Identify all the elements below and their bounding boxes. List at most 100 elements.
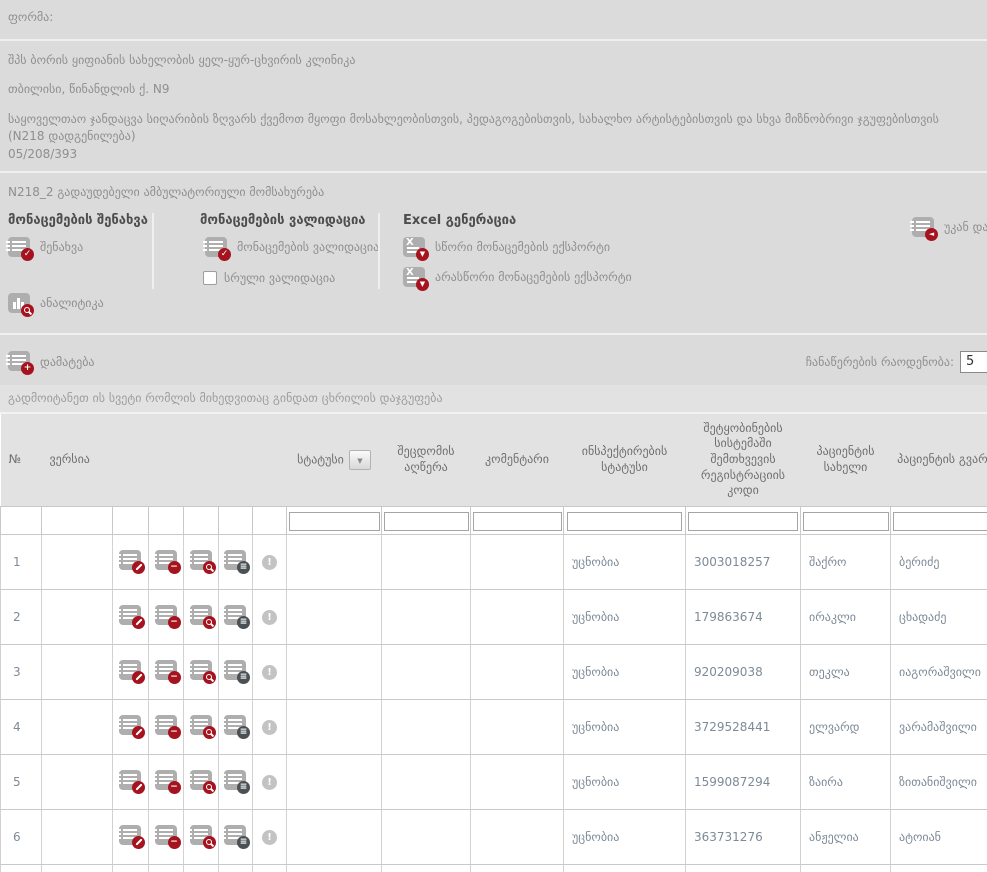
row-details-button[interactable]: ≡ — [224, 660, 247, 684]
row-details-button[interactable]: ≡ — [224, 550, 247, 574]
document-icon: − — [155, 550, 178, 571]
document-icon — [119, 825, 142, 846]
save-button[interactable]: ✓ შენახვა — [8, 237, 83, 258]
row-details-button[interactable]: ≡ — [224, 605, 247, 629]
inspection-status-cell: უცნობია — [564, 754, 686, 809]
filter-comment-input[interactable] — [473, 512, 562, 531]
add-button[interactable]: + დამატება — [8, 351, 95, 372]
filter-row — [1, 506, 987, 534]
col-header-inspection-status[interactable]: ინსპექტირების სტატუსი — [564, 414, 686, 507]
grouping-hint-bar[interactable]: გადმოიტანეთ ის სვეტი რომლის მიხედვითაც გ… — [0, 385, 987, 414]
divider — [0, 171, 987, 173]
delete-row-button[interactable]: − — [155, 605, 178, 629]
status-cell — [287, 809, 382, 864]
delete-row-button[interactable]: − — [155, 770, 178, 794]
filter-first-name-input[interactable] — [803, 512, 889, 531]
status-filter-dropdown[interactable]: ▼ — [349, 450, 371, 470]
document-icon — [190, 550, 213, 571]
delete-row-button[interactable]: − — [155, 825, 178, 849]
row-info-button[interactable]: ! — [262, 664, 277, 680]
inspection-status-cell: უცნობია — [564, 534, 686, 589]
export-valid-button[interactable]: ▼ სწორი მონაცემების ექსპორტი — [403, 237, 610, 258]
col-header-num[interactable]: № — [1, 414, 42, 507]
col-header-reg-code[interactable]: შეტყობინების სისტემაში შემთხვევის რეგისტ… — [686, 414, 801, 507]
row-details-button[interactable]: ≡ — [224, 825, 247, 849]
document-icon: ≡ — [224, 605, 247, 626]
row-info-button[interactable]: ! — [262, 774, 277, 790]
analytics-button[interactable]: ანალიტიკა — [8, 293, 104, 314]
export-invalid-button[interactable]: ▼ არასწორი მონაცემების ექსპორტი — [403, 267, 632, 288]
col-header-comment[interactable]: კომენტარი — [471, 414, 564, 507]
row-info-button[interactable]: ! — [262, 829, 277, 845]
reg-code-cell: 1599087294 — [686, 754, 801, 809]
delete-row-button[interactable]: − — [155, 660, 178, 684]
full-validation-checkbox[interactable] — [203, 271, 217, 285]
filter-reg-code-input[interactable] — [688, 512, 797, 531]
error-desc-cell — [382, 754, 471, 809]
row-details-button[interactable]: ≡ — [224, 770, 247, 794]
edit-row-button[interactable] — [119, 715, 142, 739]
col-header-error-desc[interactable]: შეცდომის აღწერა — [382, 414, 471, 507]
row-info-button[interactable]: ! — [262, 719, 277, 735]
back-button[interactable]: ◄ უკან დაბრუნება — [912, 217, 987, 238]
delete-row-button[interactable]: − — [155, 715, 178, 739]
row-number: 5 — [1, 754, 42, 809]
view-row-button[interactable] — [190, 550, 213, 574]
list-icon: ≡ — [237, 616, 250, 629]
excel-group-title: Excel გენერაცია — [403, 213, 516, 228]
comment-cell — [471, 864, 564, 872]
col-header-status[interactable]: სტატუსი▼ — [287, 414, 382, 507]
filter-inspection-status-input[interactable] — [567, 512, 683, 531]
pencil-icon — [132, 836, 145, 849]
col-header-action — [113, 414, 149, 507]
pencil-icon — [132, 671, 145, 684]
status-cell — [287, 754, 382, 809]
records-count: ჩანაწერების რაოდენობა: — [806, 351, 987, 373]
table-row: 1 − ≡ ! უცნობია 3003018257 შაქრო ბერიძე — [1, 534, 987, 589]
pencil-icon — [132, 616, 145, 629]
list-icon: ≡ — [237, 561, 250, 574]
inspection-status-cell: უცნობია — [564, 589, 686, 644]
magnifier-icon — [203, 781, 216, 794]
exclamation-icon: ! — [262, 665, 277, 680]
edit-row-button[interactable] — [119, 605, 142, 629]
document-icon: ≡ — [224, 825, 247, 846]
document-icon — [190, 825, 213, 846]
actions-row: + დამატება ჩანაწერების რაოდენობა: — [0, 335, 987, 385]
view-row-button[interactable] — [190, 715, 213, 739]
validate-button[interactable]: ✓ მონაცემების ვალიდაცია — [205, 237, 379, 258]
page: ფორმა: შპს ბორის ყიფიანის სახელობის ყელ-… — [0, 0, 987, 872]
edit-row-button[interactable] — [119, 550, 142, 574]
first-name-cell: ზაირა — [801, 754, 891, 809]
view-row-button[interactable] — [190, 605, 213, 629]
document-icon: ≡ — [224, 660, 247, 681]
comment-cell — [471, 589, 564, 644]
first-name-cell: ანჟელია — [801, 809, 891, 864]
list-icon: ≡ — [237, 781, 250, 794]
view-row-button[interactable] — [190, 660, 213, 684]
view-row-button[interactable] — [190, 825, 213, 849]
row-info-button[interactable]: ! — [262, 554, 277, 570]
records-count-label: ჩანაწერების რაოდენობა: — [806, 355, 954, 369]
minus-icon: − — [168, 781, 181, 794]
records-count-input[interactable] — [960, 351, 987, 373]
filter-status-input[interactable] — [289, 512, 380, 531]
inspection-status-cell: უცნობია — [564, 809, 686, 864]
row-info-button[interactable]: ! — [262, 609, 277, 625]
edit-row-button[interactable] — [119, 770, 142, 794]
col-header-version[interactable]: ვერსია — [42, 414, 113, 507]
document-icon — [190, 770, 213, 791]
edit-row-button[interactable] — [119, 825, 142, 849]
col-header-last-name[interactable]: პაციენტის გვარი — [891, 414, 987, 507]
filter-error-desc-input[interactable] — [384, 512, 469, 531]
check-icon: ✓ — [21, 248, 34, 261]
excel-file-icon: ▼ — [403, 267, 426, 288]
filter-last-name-input[interactable] — [893, 512, 987, 531]
table-header-row: № ვერსია სტატუსი▼ შეცდომის აღწერა კომენტ… — [1, 414, 987, 507]
row-details-button[interactable]: ≡ — [224, 715, 247, 739]
edit-row-button[interactable] — [119, 660, 142, 684]
col-header-first-name[interactable]: პაციენტის სახელი — [801, 414, 891, 507]
view-row-button[interactable] — [190, 770, 213, 794]
exclamation-icon: ! — [262, 830, 277, 845]
delete-row-button[interactable]: − — [155, 550, 178, 574]
